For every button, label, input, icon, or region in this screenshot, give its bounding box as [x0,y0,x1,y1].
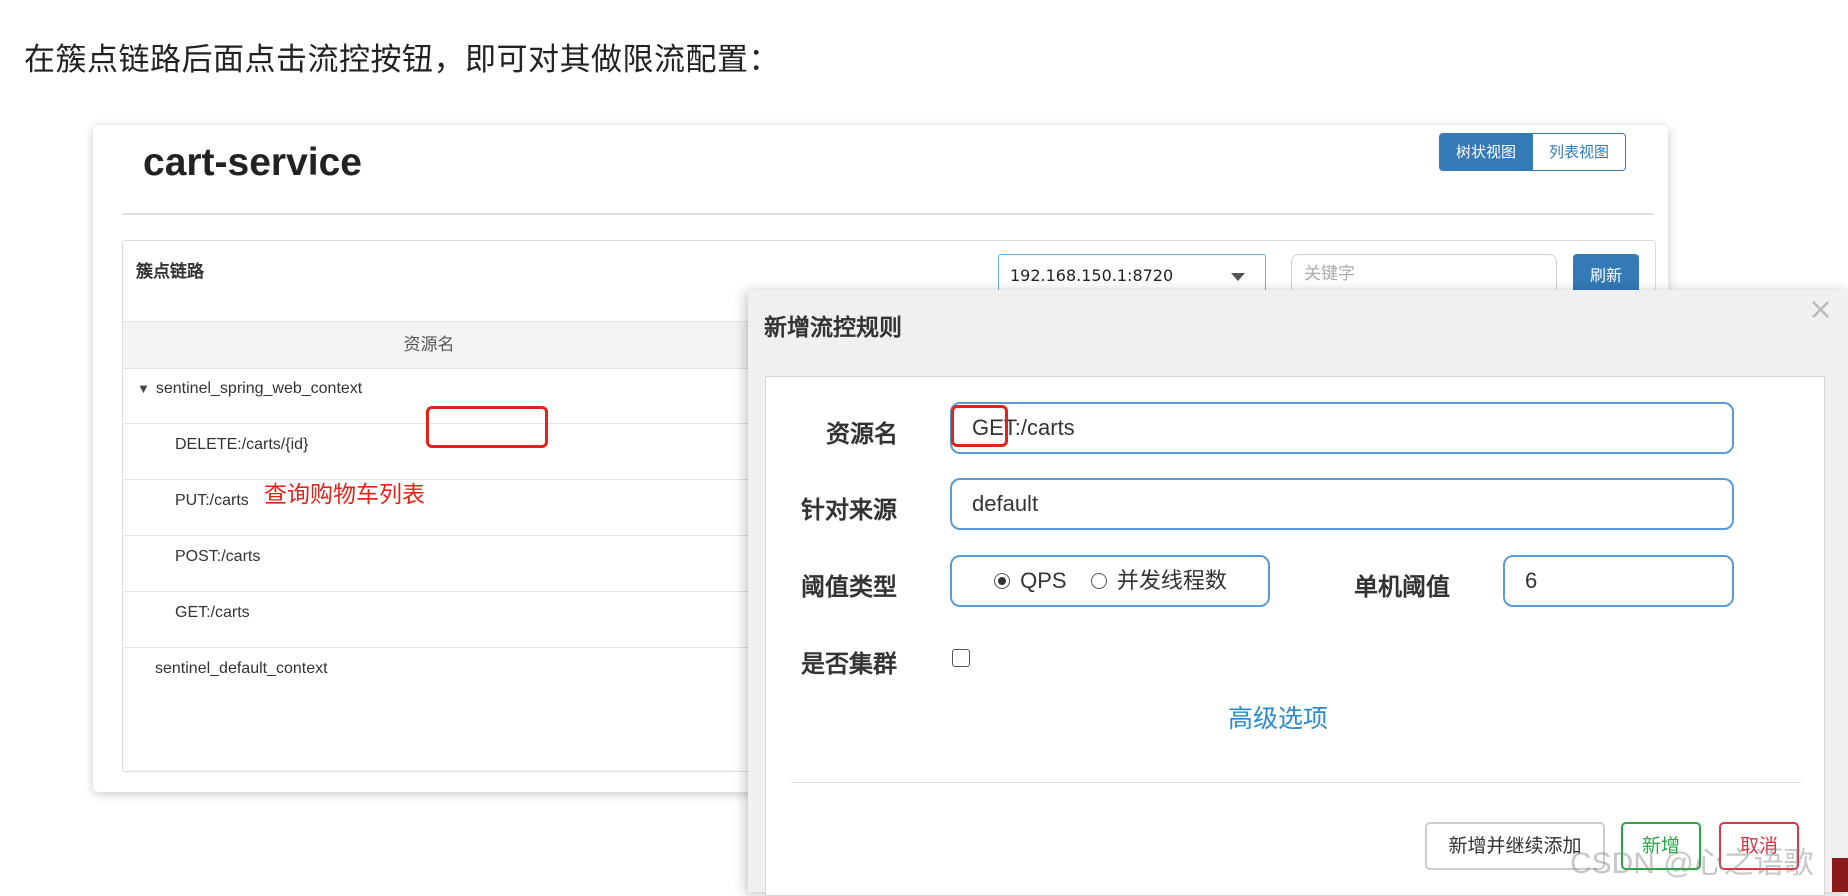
tab-tree-view[interactable]: 树状视图 [1439,133,1534,171]
cluster-label: 是否集群 [801,650,897,678]
watermark: CSDN @心之语歌 [1570,847,1814,880]
resource-name: POST:/carts [175,548,261,565]
origin-label: 针对来源 [801,496,897,524]
view-toggle: 树状视图 列表视图 [1439,133,1627,171]
single-threshold-input[interactable]: 6 [1503,555,1734,607]
highlight-box [951,405,1008,447]
resource-name: sentinel_default_context [155,660,328,677]
origin-input[interactable]: default [950,478,1734,530]
tab-list-view[interactable]: 列表视图 [1533,133,1627,171]
refresh-button[interactable]: 刷新 [1573,254,1639,294]
title-divider [122,213,1654,215]
resource-name: sentinel_spring_web_context [155,380,363,397]
resource-name-label: 资源名 [826,420,898,448]
column-header-resource: 资源名 [403,335,455,355]
caret-down-icon[interactable]: ▼ [137,368,150,410]
chevron-down-icon [1231,273,1245,281]
resource-name: PUT:/carts [175,492,249,509]
resource-name-input[interactable]: GET:/carts [950,402,1734,454]
thread-count-radio[interactable] [1090,573,1107,589]
threshold-type-label: 阈值类型 [801,573,897,601]
threshold-type-group: QPS 并发线程数 [950,555,1270,607]
panel-title: 簇点链路 [136,262,204,282]
advanced-options-link[interactable]: 高级选项 [1228,699,1328,735]
stamp-mark [1832,858,1848,892]
qps-radio-label: QPS [1020,568,1067,593]
highlight-box [426,406,548,448]
intro-text: 在簇点链路后面点击流控按钮，即可对其做限流配置： [24,42,780,78]
machine-select-value: 192.168.150.1:8720 [1010,266,1174,285]
page-title: cart-service [143,141,362,184]
cluster-checkbox[interactable] [952,649,970,667]
dialog-body: 资源名 GET:/carts 针对来源 default 阈值类型 QPS 并发线… [765,376,1825,896]
footer-divider [791,782,1801,783]
resource-name: GET:/carts [175,604,250,621]
add-flow-rule-dialog: 新增流控规则 × 资源名 GET:/carts 针对来源 default 阈值类… [748,290,1848,896]
dialog-title: 新增流控规则 [764,315,902,341]
qps-radio[interactable] [994,573,1010,589]
resource-name: DELETE:/carts/{id} [175,436,309,453]
single-threshold-label: 单机阈值 [1354,573,1450,601]
keyword-search-input[interactable] [1291,254,1557,294]
annotation-label: 查询购物车列表 [264,482,425,508]
close-icon[interactable]: × [1808,292,1833,327]
thread-count-radio-label: 并发线程数 [1116,568,1227,593]
